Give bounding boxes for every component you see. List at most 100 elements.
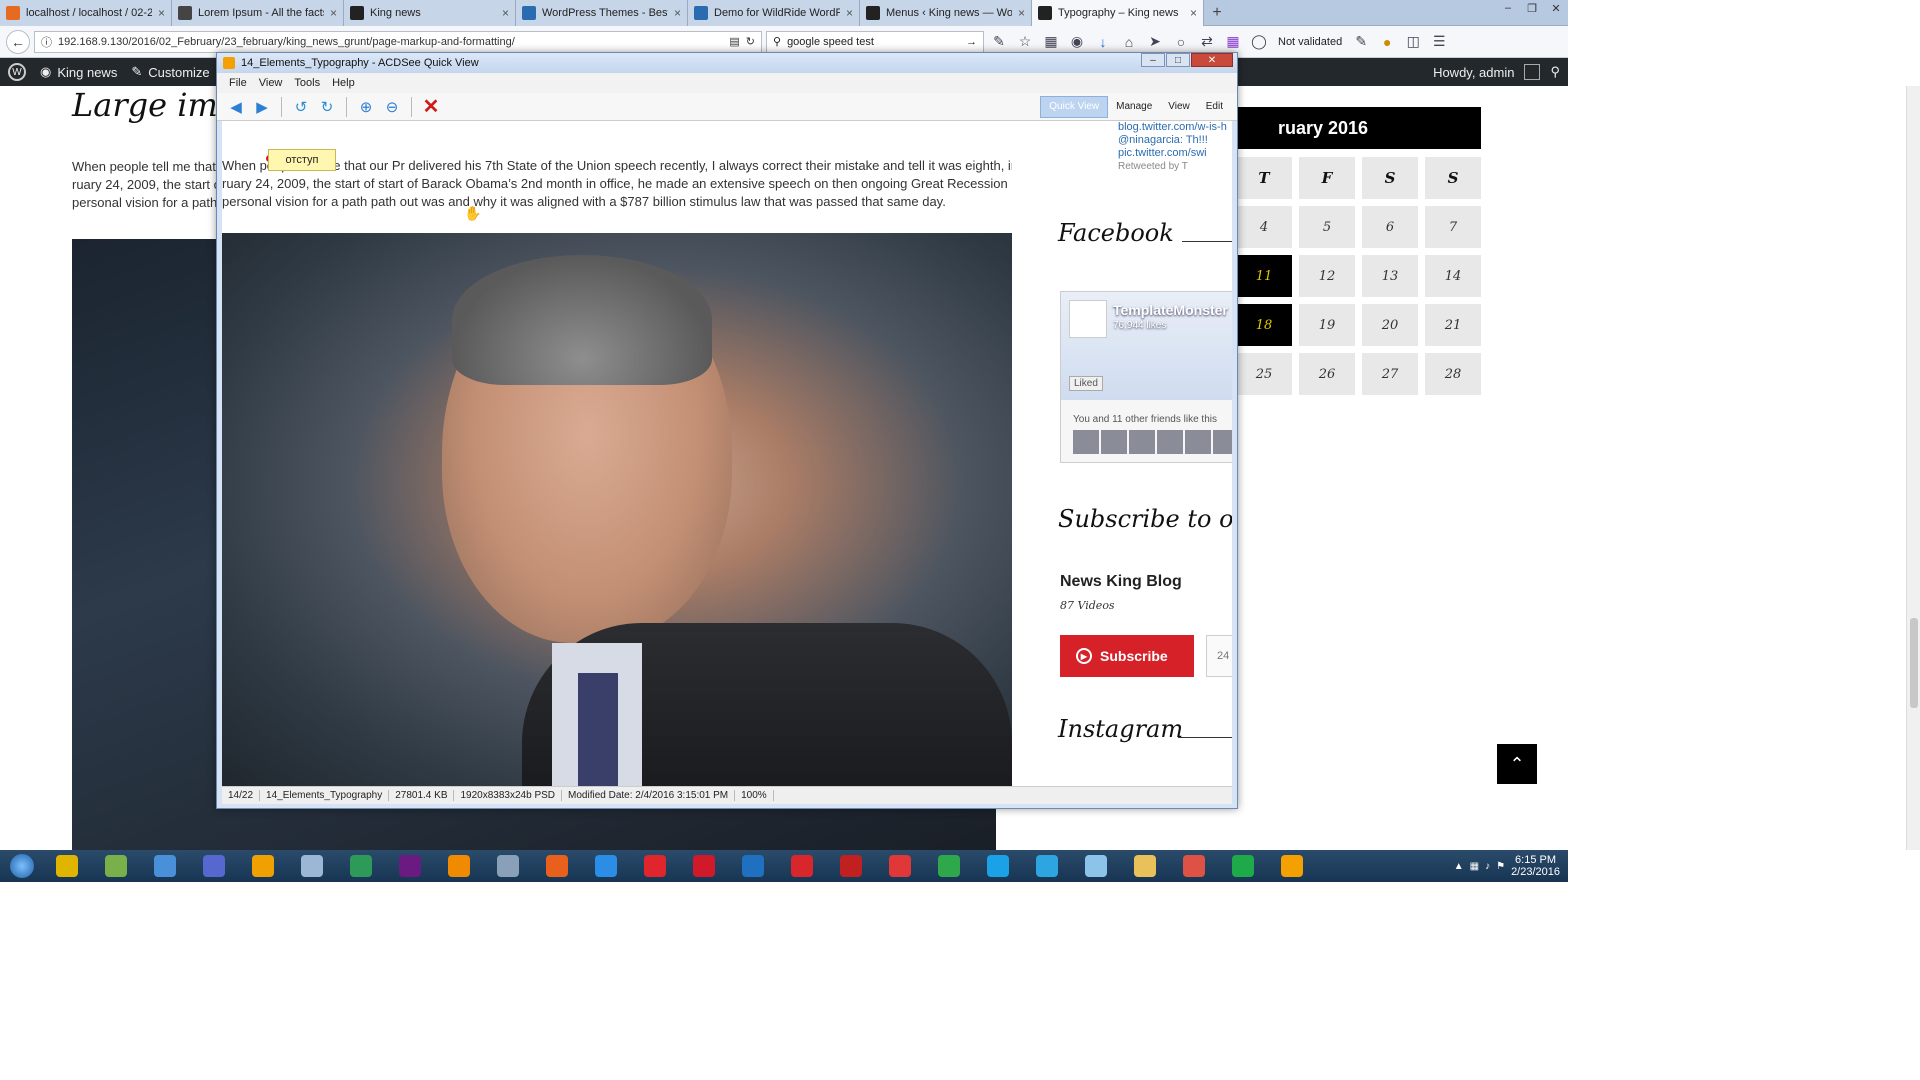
menu-view[interactable]: View: [253, 77, 289, 89]
tray-expand-icon[interactable]: ▲: [1454, 861, 1464, 872]
tab-close-icon[interactable]: ×: [502, 6, 509, 20]
page-info-icon[interactable]: ⓘ: [41, 34, 52, 50]
scrollbar-thumb[interactable]: [1910, 618, 1918, 708]
tab-close-icon[interactable]: ×: [330, 6, 337, 20]
facebook-liked-button[interactable]: Liked: [1069, 376, 1103, 391]
acdsee-titlebar[interactable]: 14_Elements_Typography - ACDSee Quick Vi…: [217, 53, 1237, 73]
validation-status[interactable]: Not validated: [1278, 36, 1342, 48]
page-scrollbar[interactable]: [1906, 86, 1920, 850]
browser-tab[interactable]: Demo for WildRide WordPr... ×: [688, 0, 860, 26]
browser-tab[interactable]: Menus ‹ King news — Wor... ×: [860, 0, 1032, 26]
browser-tab[interactable]: Typography – King news ×: [1032, 0, 1204, 26]
minimize-icon[interactable]: –: [1496, 0, 1520, 16]
addon-icon[interactable]: ●: [1376, 31, 1398, 53]
calendar-day[interactable]: 18: [1236, 304, 1292, 346]
taskbar-app-acdsee[interactable]: [1269, 851, 1315, 881]
network-icon[interactable]: ▦: [1470, 861, 1479, 872]
taskbar-app-yandex[interactable]: [632, 851, 678, 881]
tab-close-icon[interactable]: ×: [846, 6, 853, 20]
restore-icon[interactable]: ❐: [1520, 0, 1544, 16]
taskbar-app-firefox[interactable]: [534, 851, 580, 881]
youtube-subscribe-button[interactable]: ▶ Subscribe: [1060, 635, 1194, 677]
taskbar-app-opera[interactable]: [681, 851, 727, 881]
grid-icon[interactable]: ▦: [1222, 31, 1244, 53]
taskbar-app-hangouts[interactable]: [1220, 851, 1266, 881]
start-button[interactable]: [0, 850, 44, 882]
pocket-icon[interactable]: ◉: [1066, 31, 1088, 53]
taskbar-app-save[interactable]: [191, 851, 237, 881]
notes-icon[interactable]: ✎: [1350, 31, 1372, 53]
volume-icon[interactable]: ♪: [1485, 861, 1490, 872]
avatar[interactable]: [1524, 64, 1541, 80]
menu-tools[interactable]: Tools: [288, 77, 326, 89]
menu-help[interactable]: Help: [326, 77, 361, 89]
chat-icon[interactable]: ○: [1170, 31, 1192, 53]
reload-icon[interactable]: ↻: [746, 35, 755, 48]
admin-search-icon[interactable]: ⚲: [1550, 64, 1560, 80]
maximize-button[interactable]: □: [1166, 53, 1190, 67]
wordpress-logo-icon[interactable]: W: [8, 63, 26, 81]
zoom-in-icon[interactable]: ⊕: [355, 96, 377, 118]
taskbar-app-spreadsheet[interactable]: [338, 851, 384, 881]
reader-view-icon[interactable]: ▤: [729, 35, 739, 48]
taskbar-clock[interactable]: 6:15 PM 2/23/2016: [1511, 854, 1560, 878]
new-tab-button[interactable]: +: [1204, 0, 1230, 25]
browser-tab[interactable]: King news ×: [344, 0, 516, 26]
howdy-user[interactable]: Howdy, admin: [1433, 65, 1514, 80]
taskbar-app-vivaldi[interactable]: [779, 851, 825, 881]
tab-close-icon[interactable]: ×: [1018, 6, 1025, 20]
tab-view[interactable]: View: [1160, 96, 1198, 118]
home-icon[interactable]: ⌂: [1118, 31, 1140, 53]
taskbar-app-thunderbird[interactable]: [730, 851, 776, 881]
browser-tab[interactable]: WordPress Themes - Best ... ×: [516, 0, 688, 26]
taskbar-app-telegram[interactable]: [1024, 851, 1070, 881]
taskbar-app-filezilla[interactable]: [828, 851, 874, 881]
clipboard-icon[interactable]: ▦: [1040, 31, 1062, 53]
flag-icon[interactable]: ⚑: [1496, 861, 1505, 872]
send-icon[interactable]: ➤: [1144, 31, 1166, 53]
next-image-icon[interactable]: ▶: [251, 96, 273, 118]
tab-edit[interactable]: Edit: [1198, 96, 1231, 118]
image-viewer[interactable]: When people tell me that our Pr delivere…: [222, 121, 1232, 787]
rotate-right-icon[interactable]: ↻: [316, 96, 338, 118]
status-icon[interactable]: ◯: [1248, 31, 1270, 53]
taskbar-app-ie[interactable]: [583, 851, 629, 881]
delete-icon[interactable]: ✕: [420, 96, 442, 118]
previous-image-icon[interactable]: ◀: [225, 96, 247, 118]
bookmark-star-icon[interactable]: ☆: [1014, 31, 1036, 53]
menu-file[interactable]: File: [223, 77, 253, 89]
sync-icon[interactable]: ⇄: [1196, 31, 1218, 53]
tab-close-icon[interactable]: ×: [1190, 6, 1197, 20]
taskbar-app-skype-s[interactable]: [142, 851, 188, 881]
tab-close-icon[interactable]: ×: [674, 6, 681, 20]
tab-close-icon[interactable]: ×: [158, 6, 165, 20]
download-icon[interactable]: ↓: [1092, 31, 1114, 53]
taskbar-app-chrome[interactable]: [44, 851, 90, 881]
tab-manage[interactable]: Manage: [1108, 96, 1160, 118]
admin-site-link[interactable]: ◉ King news: [40, 64, 117, 80]
url-bar[interactable]: ⓘ 192.168.9.130/2016/02_February/23_febr…: [34, 30, 762, 53]
tab-quick-view[interactable]: Quick View: [1040, 95, 1109, 118]
taskbar-app-explorer[interactable]: [1122, 851, 1168, 881]
menu-icon[interactable]: ☰: [1428, 31, 1450, 53]
close-icon[interactable]: ✕: [1544, 0, 1568, 16]
search-bar[interactable]: ⚲ google speed test →: [766, 30, 984, 53]
calendar-day[interactable]: 11: [1236, 255, 1292, 297]
edit-icon[interactable]: ✎: [988, 31, 1010, 53]
browser-tab[interactable]: Lorem Ipsum - All the facts... ×: [172, 0, 344, 26]
taskbar-app-notepad[interactable]: [93, 851, 139, 881]
zoom-out-icon[interactable]: ⊖: [381, 96, 403, 118]
minimize-button[interactable]: –: [1141, 53, 1165, 67]
taskbar-app-media[interactable]: [387, 851, 433, 881]
search-input[interactable]: google speed test: [787, 36, 960, 48]
back-icon[interactable]: ←: [6, 29, 30, 54]
close-button[interactable]: ✕: [1191, 53, 1233, 67]
taskbar-app-sublime[interactable]: [436, 851, 482, 881]
taskbar-app-calculator[interactable]: [289, 851, 335, 881]
taskbar-app-paint[interactable]: [485, 851, 531, 881]
taskbar-app-chrome2[interactable]: [1171, 851, 1217, 881]
taskbar-app-avast[interactable]: [240, 851, 286, 881]
search-go-icon[interactable]: →: [966, 36, 977, 48]
customize-link[interactable]: ✎ Customize: [131, 64, 209, 80]
scroll-to-top-button[interactable]: ⌃: [1497, 744, 1537, 784]
